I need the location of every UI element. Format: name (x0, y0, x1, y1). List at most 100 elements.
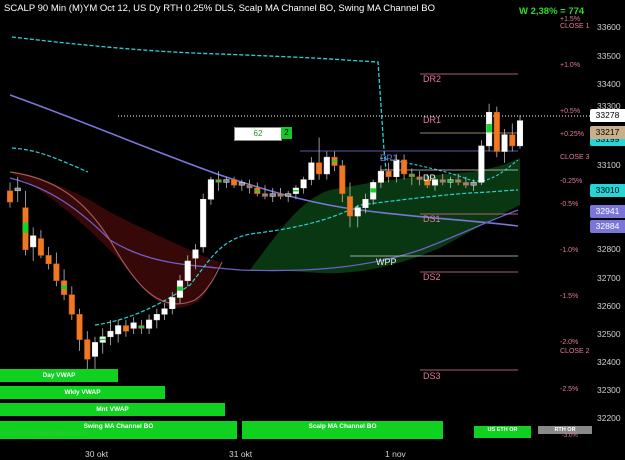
candle-signal-mark (409, 174, 415, 177)
x-tick: 1 nov (385, 449, 406, 459)
pct-label: +1.0% (560, 62, 581, 69)
candle-body[interactable] (161, 308, 168, 315)
candle-body[interactable] (68, 294, 75, 315)
candle-signal-mark (22, 222, 29, 233)
candle-body[interactable] (53, 263, 60, 281)
mnt-vwap-button[interactable]: Mnt VWAP (0, 403, 225, 416)
pct-label: +0.5% (560, 108, 581, 115)
candle-body[interactable] (416, 176, 423, 180)
candle-body[interactable] (231, 179, 238, 186)
candle-body[interactable] (277, 193, 284, 197)
candle-body[interactable] (207, 179, 214, 200)
candle-body[interactable] (439, 179, 446, 183)
level-ds1: DS1 (423, 214, 441, 224)
y-tick: 33500 (597, 51, 621, 61)
day-vwap-button[interactable]: Day VWAP (0, 369, 118, 382)
candle-body[interactable] (192, 249, 199, 259)
candle-body[interactable] (115, 325, 122, 335)
candle-body[interactable] (246, 184, 253, 189)
candle-body[interactable] (339, 165, 346, 194)
candle-body[interactable] (401, 159, 408, 175)
candle-body[interactable] (308, 162, 315, 180)
candle-signal-mark (215, 180, 222, 183)
level-dp: DP (423, 173, 436, 183)
candle-body[interactable] (462, 182, 469, 186)
candle-signal-mark (138, 326, 145, 329)
price-tag-last: 33278 (590, 109, 625, 122)
candle-body[interactable] (478, 145, 485, 183)
rth-or-pct: -3.0% (562, 433, 578, 439)
candle-body[interactable] (107, 330, 114, 338)
candle-body[interactable] (509, 134, 516, 147)
candle-body[interactable] (385, 170, 392, 178)
level-ds2: DS2 (423, 272, 441, 282)
y-tick: 32800 (597, 244, 621, 254)
us-eth-or-button[interactable]: US ETH OR (474, 426, 531, 438)
candle-body[interactable] (516, 120, 524, 147)
y-tick: 33400 (597, 79, 621, 89)
y-tick: 32700 (597, 273, 621, 283)
candle-signal-mark (486, 124, 492, 133)
copyright-watermark: © 2023 NinjaTrader, LLC (4, 428, 87, 437)
candle-body[interactable] (470, 182, 477, 186)
candle-body[interactable] (316, 162, 323, 175)
candle-body[interactable] (285, 193, 292, 197)
price-tag-purple: 32941 (590, 205, 625, 218)
candle-body[interactable] (76, 314, 83, 340)
candle-body[interactable] (346, 196, 354, 217)
signal-count-box: 2 (281, 127, 292, 139)
candle-signal-mark (254, 189, 261, 192)
y-tick: 33100 (597, 160, 621, 170)
candle-body[interactable] (269, 193, 276, 197)
pct-label: +0.25% (560, 131, 584, 138)
candle-body[interactable] (91, 342, 99, 357)
candle-body[interactable] (223, 179, 230, 183)
pct-label: -2.5% (560, 386, 579, 393)
x-tick: 30 okt (85, 449, 109, 459)
candle-body[interactable] (200, 198, 207, 248)
candle-body[interactable] (455, 179, 462, 183)
level-dr1: DR1 (423, 115, 442, 125)
price-tag-level: 33217 (590, 126, 625, 139)
wkly-vwap-button[interactable]: Wkly VWAP (0, 386, 165, 399)
close-label: CLOSE 3 (560, 154, 590, 161)
candle-body[interactable] (84, 339, 91, 360)
candle-body[interactable] (30, 235, 37, 248)
candle-body[interactable] (130, 322, 137, 329)
y-tick: 32500 (597, 329, 621, 339)
candle-body[interactable] (323, 156, 330, 175)
scalp-ma-button[interactable]: Scalp MA Channel BO (242, 421, 443, 439)
candle-signal-mark (331, 160, 338, 163)
close-label: CLOSE 2 (560, 348, 590, 355)
level-wpp: WPP (376, 257, 397, 267)
candle-body[interactable] (122, 325, 129, 332)
candle-signal-mark (293, 189, 299, 192)
candle-body[interactable] (184, 260, 191, 281)
candle-body[interactable] (362, 198, 369, 208)
candle-body[interactable] (261, 193, 269, 197)
candle-signal-mark (61, 285, 67, 290)
y-tick: 33600 (597, 22, 621, 32)
candle-body[interactable] (146, 319, 153, 329)
candle-body[interactable] (37, 238, 44, 256)
candle-body[interactable] (153, 314, 160, 321)
candle-body[interactable] (377, 170, 384, 183)
y-tick: 32600 (597, 301, 621, 311)
candle-body[interactable] (300, 179, 307, 189)
candle-body[interactable] (14, 187, 21, 192)
candle-body[interactable] (45, 255, 52, 265)
level-ds3: DS3 (423, 371, 441, 381)
y-tick: 32300 (597, 385, 621, 395)
candle-body[interactable] (6, 190, 14, 203)
candle-body[interactable] (169, 297, 176, 309)
level-dr2: DR2 (423, 74, 442, 84)
candle-signal-mark (99, 338, 106, 341)
signal-value-box: 62 (234, 127, 282, 141)
candle-body[interactable] (493, 111, 500, 152)
candle-body[interactable] (501, 134, 508, 152)
candle-body[interactable] (238, 182, 245, 186)
candle-signal-mark (177, 286, 183, 291)
x-tick: 31 okt (229, 449, 253, 459)
candle-body[interactable] (354, 207, 361, 217)
price-tag-purple: 32884 (590, 220, 625, 233)
